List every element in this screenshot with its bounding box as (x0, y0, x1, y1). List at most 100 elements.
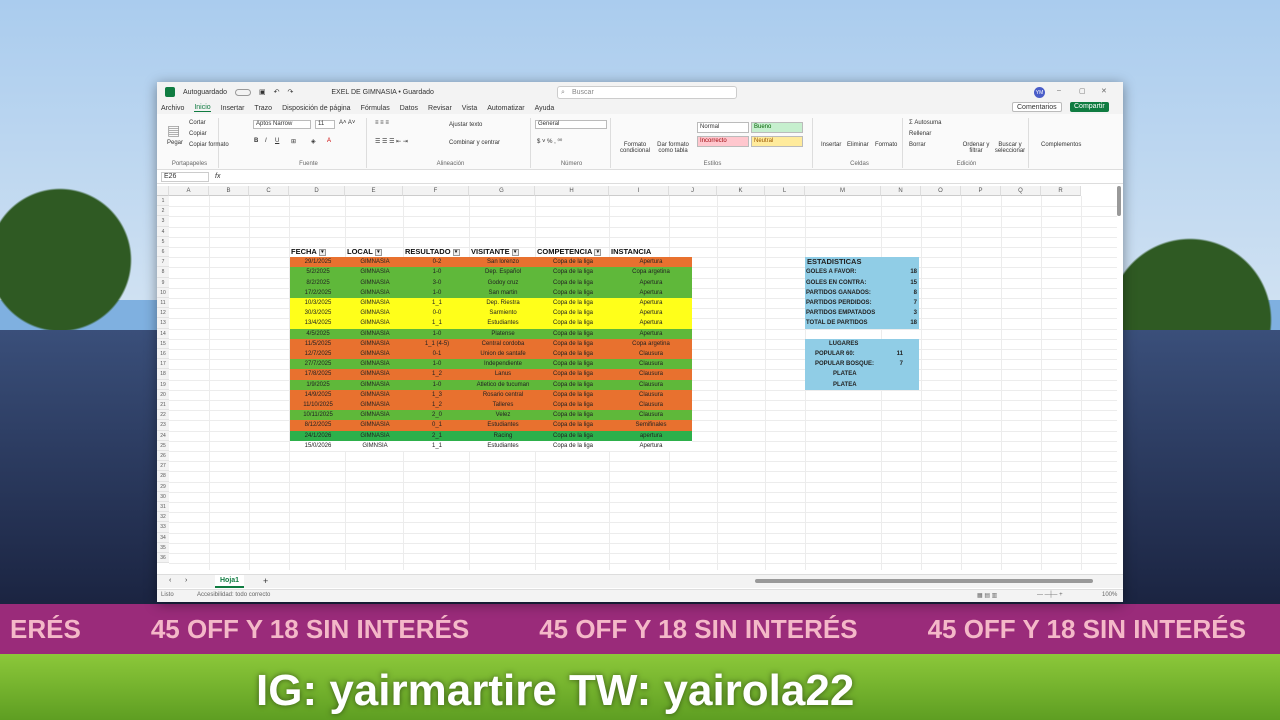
menu-item-f-rmulas[interactable]: Fórmulas (361, 105, 390, 112)
cell-visitante[interactable]: Sarmiento (470, 308, 536, 318)
style-bad[interactable]: Incorrecto (697, 136, 749, 147)
cell-fecha[interactable]: 17/8/2025 (290, 369, 346, 379)
cell-resultado[interactable]: 3-0 (404, 278, 470, 288)
row-header[interactable]: 19 (157, 379, 169, 390)
cell-local[interactable]: GIMNASIA (346, 339, 404, 349)
row-header[interactable]: 10 (157, 287, 169, 298)
cell-visitante[interactable]: Dep. Español (470, 267, 536, 277)
cell-competencia[interactable]: Copa de la liga (536, 278, 610, 288)
cell-fecha[interactable]: 30/3/2025 (290, 308, 346, 318)
style-neutral[interactable]: Neutral (751, 136, 803, 147)
row-header[interactable]: 34 (157, 532, 169, 543)
cell-resultado[interactable]: 1_2 (404, 400, 470, 410)
font-color-icon[interactable]: A (327, 138, 331, 144)
sort-filter-button[interactable]: Ordenar y filtrar (961, 142, 991, 154)
name-box[interactable]: E26 (161, 171, 209, 182)
currency-icon[interactable]: $ ˅ % , ⁰⁰ (537, 138, 562, 145)
cell-visitante[interactable]: Union de santafe (470, 349, 536, 359)
row-header[interactable]: 28 (157, 471, 169, 482)
column-header-L[interactable]: L (765, 186, 805, 196)
menu-item-insertar[interactable]: Insertar (221, 105, 245, 112)
table-header-local[interactable]: LOCAL ▾ (347, 247, 405, 257)
cell-visitante[interactable]: Lanus (470, 369, 536, 379)
autosave-toggle[interactable] (234, 88, 251, 96)
cell-resultado[interactable]: 1-0 (404, 288, 470, 298)
cell-visitante[interactable]: San martin (470, 288, 536, 298)
menu-item-disposici-n-de-p-gina[interactable]: Disposición de página (282, 105, 351, 112)
cell-fecha[interactable]: 1/9/2025 (290, 380, 346, 390)
format-painter-button[interactable]: Copiar formato (189, 142, 229, 148)
menu-item-vista[interactable]: Vista (462, 105, 477, 112)
cell-visitante[interactable]: Independiente (470, 359, 536, 369)
row-header[interactable]: 22 (157, 410, 169, 421)
cell-competencia[interactable]: Copa de la liga (536, 420, 610, 430)
grow-font-icon[interactable]: A˄ A˅ (339, 120, 355, 126)
align-top-icon[interactable]: ≡ ≡ ≡ (375, 120, 389, 126)
cell-local[interactable]: GIMNASIA (346, 318, 404, 328)
style-normal[interactable]: Normal (697, 122, 749, 133)
row-header[interactable]: 13 (157, 318, 169, 329)
cell-resultado[interactable]: 1-0 (404, 359, 470, 369)
cell-competencia[interactable]: Copa de la liga (536, 267, 610, 277)
vertical-scrollbar[interactable] (1117, 186, 1121, 216)
row-header[interactable]: 30 (157, 491, 169, 502)
column-header-P[interactable]: P (961, 186, 1001, 196)
cell-local[interactable]: GIMNASIA (346, 380, 404, 390)
cell-local[interactable]: GIMNASIA (346, 390, 404, 400)
zoom-slider[interactable]: — ─┼─ + (1037, 592, 1063, 598)
cell-local[interactable]: GIMNASIA (346, 329, 404, 339)
cell-resultado[interactable]: 2_0 (404, 410, 470, 420)
cell-instancia[interactable]: Apertura (610, 298, 692, 308)
column-header-A[interactable]: A (169, 186, 209, 196)
cell-instancia[interactable]: Semifinales (610, 420, 692, 430)
row-header[interactable]: 18 (157, 369, 169, 380)
delete-cells-button[interactable]: Eliminar (847, 142, 869, 148)
cell-resultado[interactable]: 1_1 (404, 298, 470, 308)
menu-item-ayuda[interactable]: Ayuda (535, 105, 555, 112)
cell-visitante[interactable]: Estudiantes (470, 318, 536, 328)
italic-icon[interactable]: I (265, 138, 267, 144)
cell-resultado[interactable]: 1_2 (404, 369, 470, 379)
cell-visitante[interactable]: Atletico de tucuman (470, 380, 536, 390)
menu-item-datos[interactable]: Datos (400, 105, 418, 112)
cell-resultado[interactable]: 1_1 (404, 318, 470, 328)
row-header[interactable]: 29 (157, 481, 169, 492)
cell-visitante[interactable]: Estudiantes (470, 420, 536, 430)
row-header[interactable]: 26 (157, 451, 169, 462)
cell-competencia[interactable]: Copa de la liga (536, 410, 610, 420)
column-header-F[interactable]: F (403, 186, 469, 196)
row-header[interactable]: 8 (157, 267, 169, 278)
row-header[interactable]: 2 (157, 206, 169, 217)
filter-dropdown-icon[interactable]: ▾ (452, 248, 460, 256)
cell-visitante[interactable]: Estudiantes (470, 441, 536, 451)
cell-competencia[interactable]: Copa de la liga (536, 390, 610, 400)
maximize-icon[interactable]: ▢ (1079, 87, 1086, 95)
cell-instancia[interactable]: Apertura (610, 308, 692, 318)
cell-instancia[interactable]: Apertura (610, 288, 692, 298)
cell-instancia[interactable]: Clausura (610, 359, 692, 369)
cell-resultado[interactable]: 0-1 (404, 349, 470, 359)
cell-fecha[interactable]: 27/7/2025 (290, 359, 346, 369)
column-header-J[interactable]: J (669, 186, 717, 196)
column-header-E[interactable]: E (345, 186, 403, 196)
cell-local[interactable]: GIMNASIA (346, 257, 404, 267)
cell-resultado[interactable]: 1-0 (404, 267, 470, 277)
spreadsheet-grid[interactable]: A B C D E F G H I J K L M N O P Q R 1 2 3 4 5 6 7 8 9 10 11 12 13 14 15 1… (157, 186, 1117, 570)
menu-item-trazo[interactable]: Trazo (254, 105, 272, 112)
table-header-resultado[interactable]: RESULTADO ▾ (405, 247, 471, 257)
row-header[interactable]: 11 (157, 298, 169, 309)
cell-local[interactable]: GIMNASIA (346, 400, 404, 410)
zoom-level[interactable]: 100% (1102, 592, 1117, 598)
row-header[interactable]: 14 (157, 328, 169, 339)
row-header[interactable]: 21 (157, 400, 169, 411)
menu-item-archivo[interactable]: Archivo (161, 105, 184, 112)
cell-competencia[interactable]: Copa de la liga (536, 257, 610, 267)
table-header-competencia[interactable]: COMPETENCIA ▾ (537, 247, 611, 257)
row-header[interactable]: 24 (157, 430, 169, 441)
minimize-icon[interactable]: – (1057, 87, 1061, 94)
cell-local[interactable]: GIMNASIA (346, 308, 404, 318)
row-header[interactable]: 33 (157, 522, 169, 533)
row-header[interactable]: 36 (157, 553, 169, 564)
cell-instancia[interactable]: Copa argetina (610, 267, 692, 277)
formula-input[interactable] (226, 172, 1123, 182)
